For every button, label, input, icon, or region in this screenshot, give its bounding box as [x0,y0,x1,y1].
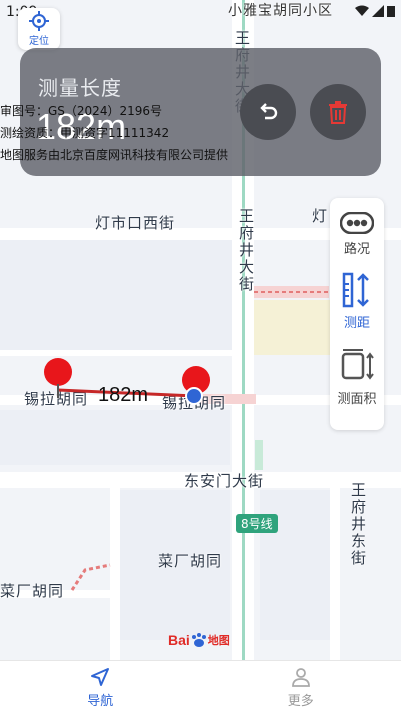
traffic-label: 路况 [343,242,370,257]
logo-text-2: 地图 [207,635,230,647]
traffic-icon [340,212,374,234]
copyright-line: 地图服务由北京百度网讯科技有限公司提供 [0,148,229,162]
map-toolbar: 路况 测距 测面积 [330,198,384,430]
locate-label: 定位 [29,36,49,47]
copyright-line: 审图号：GS（2024）2196号 [0,104,162,118]
nav-label-navigation: 导航 [87,693,114,709]
start-marker[interactable] [42,356,74,398]
measure-distance-button[interactable]: 测距 [330,272,384,331]
measure-area-icon [341,349,374,380]
wifi-icon [355,5,369,21]
measure-title: 测量长度 [38,76,122,100]
measure-area-label: 测面积 [337,392,377,407]
nav-label-more: 更多 [287,693,314,709]
locate-button[interactable]: 定位 [18,8,60,50]
battery-icon [387,5,395,21]
nav-tab-navigation[interactable]: 导航 [0,661,201,714]
copyright-line: 测绘资质：甲测资字11111342 [0,126,170,140]
nav-tab-more[interactable]: 更多 [201,661,401,714]
crosshair-icon [29,11,49,31]
status-bar: 1:09 [0,0,401,24]
clear-button[interactable] [310,84,366,140]
measure-distance-icon [342,272,369,308]
undo-button[interactable] [240,84,296,140]
map-copyright: 审图号：GS（2024）2196号 测绘资质：甲测资字11111342 地图服务… [0,100,245,166]
bottom-nav: 导航 更多 [0,660,401,714]
undo-icon [260,103,278,120]
paw-icon [191,633,206,647]
baidu-logo: Bai 地图 [168,632,230,648]
trash-icon [329,101,347,124]
logo-text: Bai [168,632,190,648]
measure-area-button[interactable]: 测面积 [330,348,384,407]
measure-distance-label: 182m [98,384,149,406]
end-marker[interactable] [180,366,212,408]
navigation-arrow-icon [91,667,110,686]
traffic-button[interactable]: 路况 [330,212,384,257]
measure-distance-label: 测距 [343,316,370,331]
signal-icon [372,5,384,21]
user-icon [291,667,310,687]
